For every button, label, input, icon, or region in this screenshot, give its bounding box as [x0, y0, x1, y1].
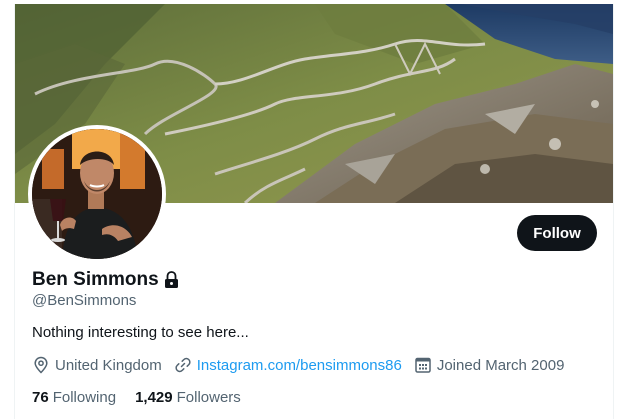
follow-button[interactable]: Follow: [517, 215, 597, 251]
followers-count: 1,429: [135, 388, 173, 406]
profile-stats-row: 76 Following 1,429 Followers: [32, 387, 260, 407]
display-name: Ben Simmons: [32, 269, 159, 290]
lock-icon: [163, 271, 180, 289]
location-pin-icon: [34, 356, 48, 374]
following-label: Following: [52, 388, 117, 406]
joined-item: Joined March 2009: [414, 356, 565, 374]
profile-card: Follow Ben Simmons @BenSimmons Nothing i…: [14, 4, 614, 419]
joined-text: Joined March 2009: [436, 356, 565, 374]
website-link[interactable]: Instagram.com/bensimmons86: [197, 357, 402, 374]
link-icon: [175, 357, 191, 373]
following-count: 76: [32, 388, 49, 406]
profile-handle: @BenSimmons: [32, 292, 137, 309]
profile-name-row: Ben Simmons: [32, 268, 180, 292]
profile-meta-row: United Kingdom Instagram.com/bensimmons8…: [32, 355, 576, 375]
followers-stat[interactable]: 1,429 Followers: [135, 389, 241, 406]
followers-label: Followers: [176, 388, 241, 406]
location-item: United Kingdom: [32, 356, 162, 374]
avatar-photo: [32, 129, 162, 259]
website-item: Instagram.com/bensimmons86: [174, 356, 402, 374]
profile-avatar[interactable]: [28, 125, 166, 263]
calendar-icon: [415, 357, 431, 373]
location-text: United Kingdom: [55, 356, 162, 374]
profile-bio: Nothing interesting to see here...: [32, 324, 249, 341]
following-stat[interactable]: 76 Following: [32, 389, 116, 406]
